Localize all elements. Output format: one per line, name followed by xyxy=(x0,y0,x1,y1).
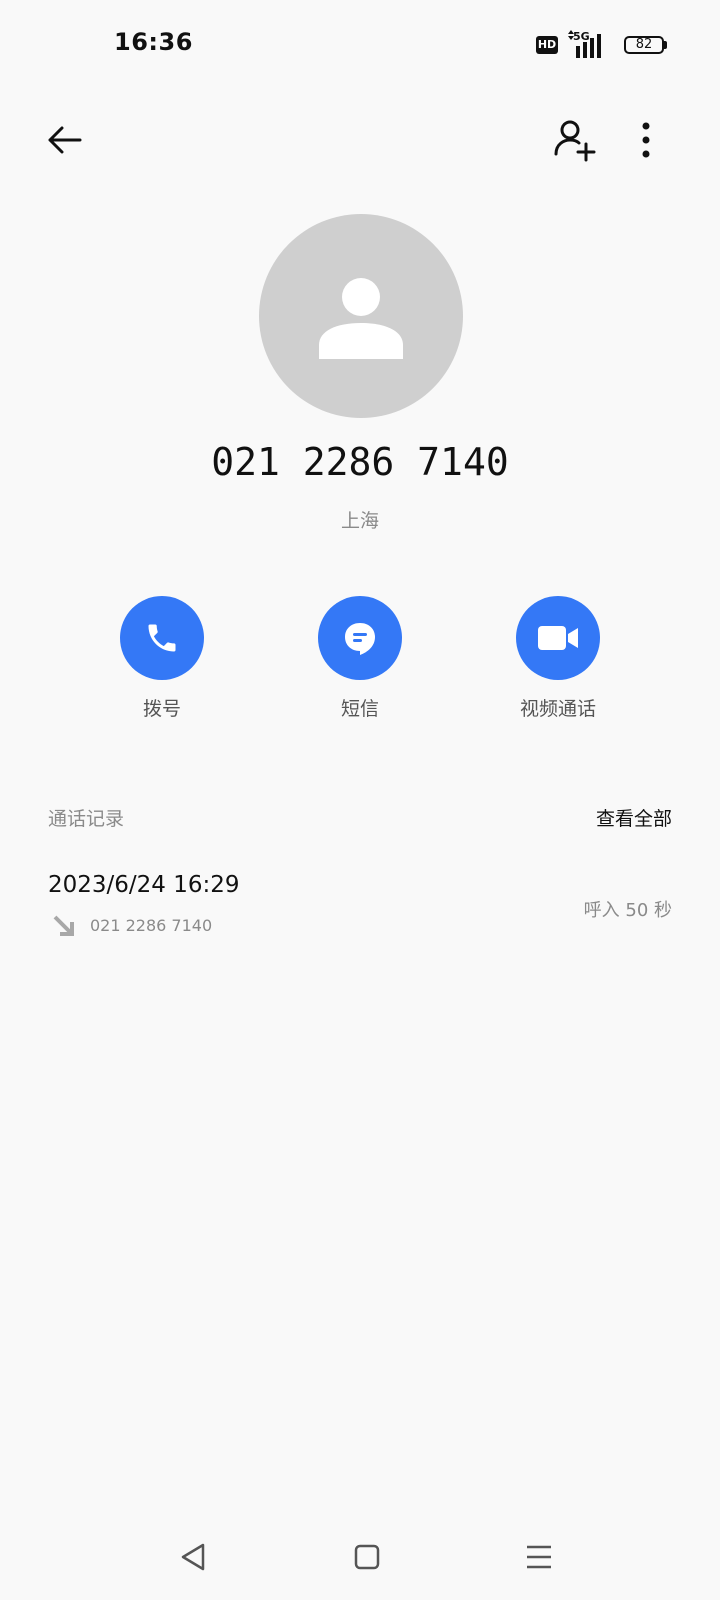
video-icon xyxy=(538,626,578,650)
nav-back-button[interactable] xyxy=(178,1542,208,1572)
hd-badge: HD xyxy=(536,36,558,54)
status-time: 16:36 xyxy=(114,28,193,56)
nav-home-button[interactable] xyxy=(352,1542,382,1572)
more-options-button[interactable] xyxy=(626,112,666,168)
view-all-link[interactable]: 查看全部 xyxy=(596,804,672,831)
contact-avatar xyxy=(259,214,463,418)
more-vertical-icon xyxy=(642,122,650,158)
dial-action[interactable]: 拨号 xyxy=(82,596,242,721)
video-call-label: 视频通话 xyxy=(519,698,596,720)
network-type-label: 5G xyxy=(573,30,590,43)
phone-number: 021 2286 7140 xyxy=(211,440,509,484)
call-log-type-duration: 呼入 50 秒 xyxy=(583,900,672,921)
message-icon xyxy=(345,623,375,655)
person-icon xyxy=(319,278,403,359)
add-contact-button[interactable] xyxy=(546,112,602,168)
square-home-icon xyxy=(354,1544,380,1570)
sms-button[interactable] xyxy=(318,596,402,680)
signal-icon: 5G xyxy=(566,30,608,58)
battery-tip xyxy=(664,41,667,49)
sms-action[interactable]: 短信 xyxy=(280,596,440,721)
dial-button[interactable] xyxy=(120,596,204,680)
battery-icon: 82 xyxy=(624,36,664,54)
battery-level: 82 xyxy=(635,37,653,52)
number-location: 上海 xyxy=(340,510,379,532)
back-button[interactable] xyxy=(36,112,92,168)
sms-label: 短信 xyxy=(340,698,379,720)
arrow-left-icon xyxy=(48,126,82,154)
phone-icon xyxy=(148,624,176,652)
video-call-button[interactable] xyxy=(516,596,600,680)
call-log-datetime: 2023/6/24 16:29 xyxy=(48,872,240,898)
menu-lines-icon xyxy=(527,1545,551,1569)
video-call-action[interactable]: 视频通话 xyxy=(478,596,638,721)
call-log-number: 021 2286 7140 xyxy=(90,916,213,935)
triangle-back-icon xyxy=(181,1543,205,1571)
person-add-icon xyxy=(554,120,596,162)
nav-recents-button[interactable] xyxy=(524,1542,554,1572)
incoming-arrow-icon xyxy=(52,914,76,938)
dial-label: 拨号 xyxy=(142,698,181,720)
call-log-title: 通话记录 xyxy=(48,808,125,830)
